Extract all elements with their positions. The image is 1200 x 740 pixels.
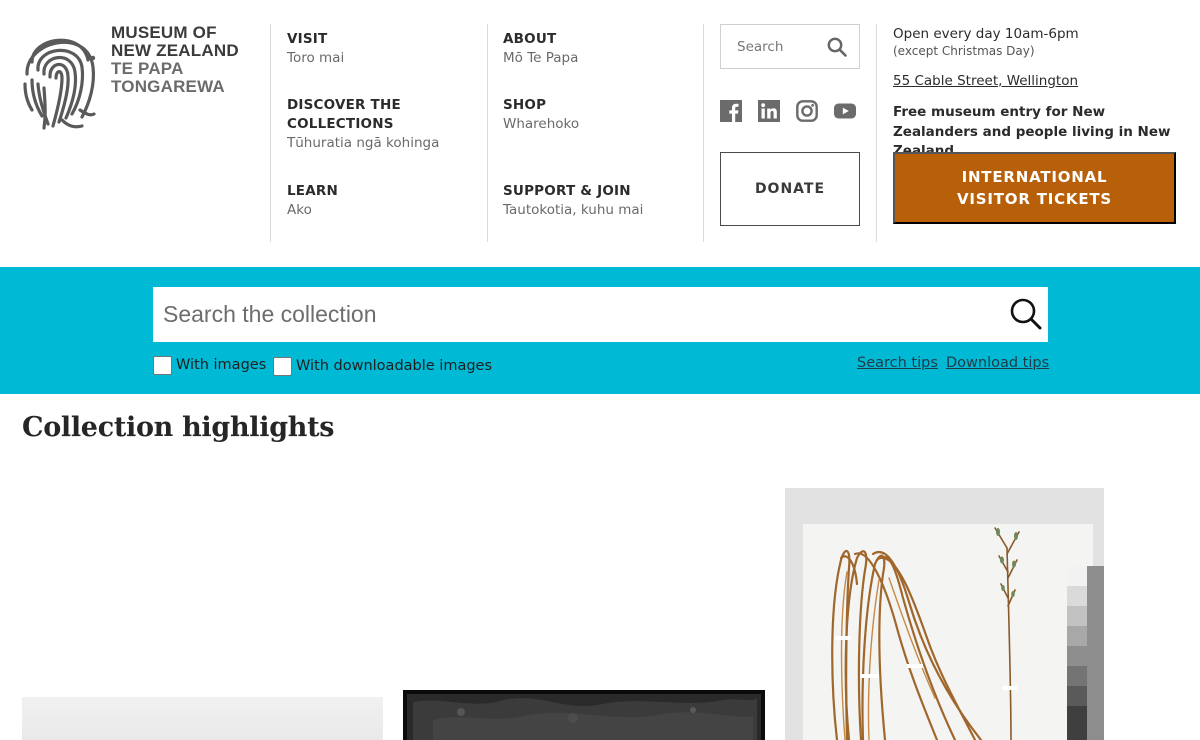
search-icon[interactable] [1009,297,1043,331]
nav-divider [876,24,877,242]
logo-wordmark: MUSEUM OF NEW ZEALAND TE PAPA TONGAREWA [111,24,239,96]
opening-hours: Open every day 10am-6pm [893,26,1079,42]
nav-title: SHOP [503,97,547,113]
collection-search [153,287,1048,342]
collection-search-input[interactable] [153,287,993,342]
nav-divider [703,24,704,242]
logo-line-1: MUSEUM OF [111,23,217,42]
youtube-icon[interactable] [834,100,856,122]
nav-subtitle: Tautokotia, kuhu mai [503,202,644,218]
nav-subtitle: Mō Te Papa [503,50,579,66]
highlight-card-image[interactable] [403,690,765,740]
download-tips-link[interactable]: Download tips [946,355,1049,371]
opening-hours-note: (except Christmas Day) [893,44,1035,58]
museum-logo-link[interactable]: MUSEUM OF NEW ZEALAND TE PAPA TONGAREWA [22,22,252,132]
nav-title: LEARN [287,183,338,199]
collection-search-band: With images With downloadable images Sea… [0,267,1200,394]
nav-divider [270,24,271,242]
highlight-card-image[interactable] [785,488,1104,740]
with-downloadable-filter[interactable]: With downloadable images [273,355,492,377]
with-downloadable-checkbox[interactable] [273,356,292,376]
nav-subtitle: Toro mai [287,50,345,66]
nav-title: DISCOVER THE COLLECTIONS [287,97,401,132]
logo-line-2: NEW ZEALAND [111,41,239,60]
nav-subtitle: Tūhuratia ngā kohinga [287,135,440,151]
linkedin-icon[interactable] [758,100,780,122]
nav-subtitle: Wharehoko [503,116,580,132]
dark-photo-thumbnail [403,690,765,740]
highlight-card-image[interactable] [22,697,383,740]
facebook-icon[interactable] [720,100,742,122]
site-header: MUSEUM OF NEW ZEALAND TE PAPA TONGAREWA … [0,0,1200,267]
search-icon[interactable] [827,37,847,57]
nav-visit[interactable]: VISIT Toro mai [287,30,344,68]
with-images-filter[interactable]: With images [153,354,266,376]
nav-divider [487,24,488,242]
search-tips-link[interactable]: Search tips [857,355,938,371]
international-tickets-button[interactable]: INTERNATIONAL VISITOR TICKETS [893,152,1176,224]
nav-about[interactable]: ABOUT Mō Te Papa [503,30,578,68]
nav-learn[interactable]: LEARN Ako [287,182,338,220]
with-images-label: With images [176,357,267,373]
fingerprint-logo-icon [23,38,96,130]
with-images-checkbox[interactable] [153,355,172,375]
nav-title: VISIT [287,31,328,47]
nav-discover-collections[interactable]: DISCOVER THE COLLECTIONS Tūhuratia ngā k… [287,96,467,153]
collection-highlights-heading: Collection highlights [22,412,335,443]
header-search [720,24,860,69]
botanical-specimen-thumbnail [785,488,1104,740]
nav-title: SUPPORT & JOIN [503,183,631,199]
nav-support-join[interactable]: SUPPORT & JOIN Tautokotia, kuhu mai [503,182,643,220]
nav-shop[interactable]: SHOP Wharehoko [503,96,579,134]
nav-subtitle: Ako [287,202,312,218]
with-downloadable-label: With downloadable images [296,358,493,374]
donate-button[interactable]: DONATE [720,152,860,226]
instagram-icon[interactable] [796,100,818,122]
header-search-input[interactable] [721,25,821,68]
nav-title: ABOUT [503,31,557,47]
logo-line-4: TONGAREWA [111,77,225,96]
logo-line-3: TE PAPA [111,59,184,78]
address-link[interactable]: 55 Cable Street, Wellington [893,72,1078,90]
